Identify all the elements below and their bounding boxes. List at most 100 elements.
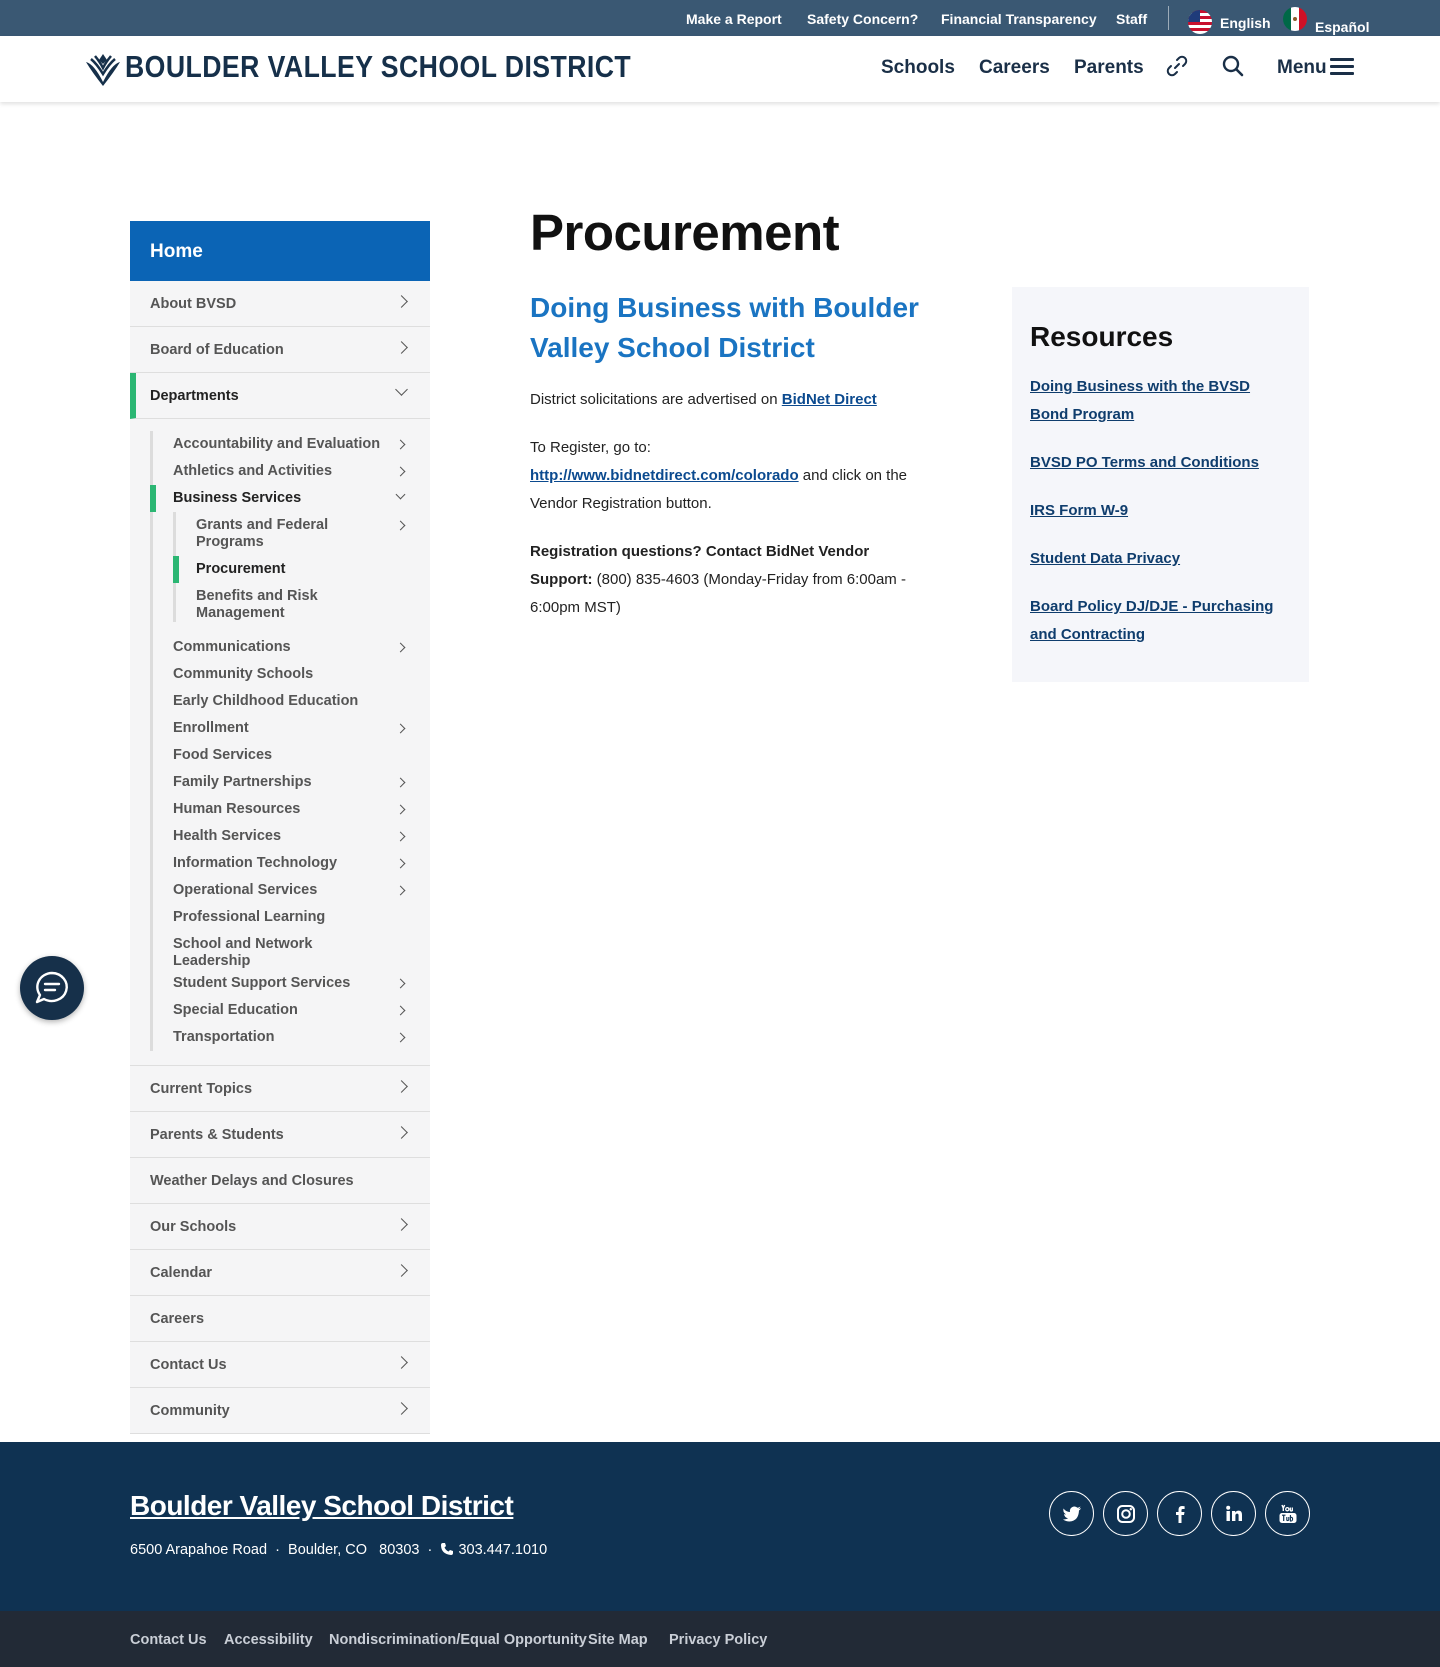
chevron-right-icon[interactable]	[395, 1356, 408, 1369]
sidebar-item-current-topics[interactable]: Current Topics	[130, 1066, 430, 1112]
sidebar-item-calendar[interactable]: Calendar	[130, 1250, 430, 1296]
language-espanol[interactable]: Español	[1315, 19, 1369, 35]
sidebar-item-parents-students[interactable]: Parents & Students	[130, 1112, 430, 1158]
footer-address: 6500 Arapahoe Road · Boulder, CO 80303 ·…	[130, 1542, 548, 1558]
subnav-item-benefits[interactable]: Benefits and Risk Management	[176, 583, 430, 622]
staff-link[interactable]: Staff	[1116, 11, 1147, 27]
hamburger-icon[interactable]	[1330, 58, 1354, 76]
footer-accessibility-link[interactable]: Accessibility	[224, 1632, 313, 1648]
nav-parents[interactable]: Parents	[1074, 57, 1144, 79]
linkedin-icon[interactable]	[1211, 1491, 1256, 1536]
footer-site-map-link[interactable]: Site Map	[588, 1632, 648, 1648]
link-icon[interactable]	[1166, 55, 1188, 77]
mexico-flag-icon	[1283, 7, 1307, 31]
sidebar-item-label: About BVSD	[150, 296, 237, 312]
subnav-item[interactable]: Communications	[153, 634, 430, 661]
subnav-item-procurement[interactable]: Procurement	[173, 556, 430, 583]
chevron-right-icon[interactable]	[395, 466, 406, 477]
us-flag-icon	[1188, 10, 1212, 34]
facebook-icon[interactable]	[1157, 1491, 1202, 1536]
subnav-item[interactable]: School and Network Leadership	[153, 931, 430, 970]
resource-link-board-policy[interactable]: Board Policy DJ/DJE - Purchasing and Con…	[1030, 593, 1291, 649]
sidebar-home[interactable]: Home	[130, 221, 430, 281]
subnav-item[interactable]: Information Technology	[153, 850, 430, 877]
subnav-item[interactable]: Community Schools	[153, 661, 430, 688]
resource-link-po-terms[interactable]: BVSD PO Terms and Conditions	[1030, 449, 1291, 477]
chevron-right-icon[interactable]	[395, 777, 406, 788]
subnav-item[interactable]: Professional Learning	[153, 904, 430, 931]
financial-transparency-link[interactable]: Financial Transparency	[941, 11, 1097, 27]
chat-bubble-icon	[35, 971, 68, 1004]
bidnet-direct-link[interactable]: BidNet Direct	[782, 391, 877, 408]
site-logo-text[interactable]: BOULDER VALLEY SCHOOL DISTRICT	[125, 49, 631, 85]
chevron-right-icon[interactable]	[395, 978, 406, 989]
chevron-right-icon[interactable]	[395, 1264, 408, 1277]
nav-careers[interactable]: Careers	[979, 57, 1050, 79]
sidebar-item-community[interactable]: Community	[130, 1388, 430, 1434]
subnav-item[interactable]: Accountability and Evaluation	[153, 431, 430, 458]
resource-link-w9[interactable]: IRS Form W-9	[1030, 497, 1291, 525]
chevron-right-icon[interactable]	[395, 642, 406, 653]
footer-nondiscrimination-link[interactable]: Nondiscrimination/Equal Opportunity	[329, 1632, 587, 1648]
chevron-right-icon[interactable]	[395, 1402, 408, 1415]
subnav-item[interactable]: Family Partnerships	[153, 769, 430, 796]
subnav-item[interactable]: Food Services	[153, 742, 430, 769]
chevron-right-icon[interactable]	[395, 1126, 408, 1139]
footer-privacy-policy-link[interactable]: Privacy Policy	[669, 1632, 767, 1648]
subnav-item-business-services[interactable]: Business Services	[150, 485, 430, 512]
resource-link-bond-program[interactable]: Doing Business with the BVSD Bond Progra…	[1030, 373, 1291, 429]
departments-submenu: Accountability and Evaluation Athletics …	[130, 419, 430, 1066]
chevron-down-icon[interactable]	[395, 489, 406, 500]
sidebar-item-departments[interactable]: Departments	[130, 373, 430, 419]
subnav-item[interactable]: Early Childhood Education	[153, 688, 430, 715]
safety-concern-link[interactable]: Safety Concern?	[807, 11, 918, 27]
chevron-right-icon[interactable]	[395, 439, 406, 450]
subnav-item[interactable]: Human Resources	[153, 796, 430, 823]
subnav-item[interactable]: Enrollment	[153, 715, 430, 742]
chevron-right-icon[interactable]	[395, 520, 406, 531]
chevron-right-icon[interactable]	[395, 858, 406, 869]
site-header: BOULDER VALLEY SCHOOL DISTRICT Schools C…	[0, 36, 1440, 102]
instagram-icon[interactable]	[1103, 1491, 1148, 1536]
subnav-item[interactable]: Student Support Services	[153, 970, 430, 997]
youtube-icon[interactable]	[1265, 1491, 1310, 1536]
chevron-right-icon[interactable]	[395, 723, 406, 734]
sidebar-item-weather[interactable]: Weather Delays and Closures	[130, 1158, 430, 1204]
make-a-report-link[interactable]: Make a Report	[686, 11, 782, 27]
bvsd-logo-icon[interactable]	[84, 52, 122, 86]
chevron-right-icon[interactable]	[395, 295, 408, 308]
subnav-item[interactable]: Operational Services	[153, 877, 430, 904]
sidebar-item-about-bvsd[interactable]: About BVSD	[130, 281, 430, 327]
sidebar-item-careers[interactable]: Careers	[130, 1296, 430, 1342]
sidebar-item-our-schools[interactable]: Our Schools	[130, 1204, 430, 1250]
chevron-right-icon[interactable]	[395, 1005, 406, 1016]
sidebar-item-contact-us[interactable]: Contact Us	[130, 1342, 430, 1388]
subnav-item[interactable]: Health Services	[153, 823, 430, 850]
chevron-right-icon[interactable]	[395, 1032, 406, 1043]
subnav-item[interactable]: Athletics and Activities	[153, 458, 430, 485]
subnav-item-grants[interactable]: Grants and Federal Programs	[176, 512, 430, 556]
twitter-icon[interactable]	[1049, 1491, 1094, 1536]
language-english[interactable]: English	[1220, 15, 1271, 31]
chevron-right-icon[interactable]	[395, 1218, 408, 1231]
footer-contact-us-link[interactable]: Contact Us	[130, 1632, 207, 1648]
chevron-right-icon[interactable]	[395, 1080, 408, 1093]
utility-bar: Make a Report Safety Concern? Financial …	[0, 0, 1440, 36]
register-paragraph: To Register, go to: http://www.bidnetdire…	[530, 439, 908, 512]
subnav-item[interactable]: Transportation	[153, 1024, 430, 1051]
resource-link-data-privacy[interactable]: Student Data Privacy	[1030, 545, 1291, 573]
footer-phone-link[interactable]: 303.447.1010	[458, 1542, 547, 1558]
bidnet-colorado-link[interactable]: http://www.bidnetdirect.com/colorado	[530, 467, 799, 484]
search-icon[interactable]	[1222, 55, 1244, 77]
footer-district-name[interactable]: Boulder Valley School District	[130, 1490, 514, 1522]
chevron-right-icon[interactable]	[395, 341, 408, 354]
nav-schools[interactable]: Schools	[881, 57, 955, 79]
chevron-right-icon[interactable]	[395, 885, 406, 896]
chat-button[interactable]	[20, 956, 84, 1020]
chevron-right-icon[interactable]	[395, 831, 406, 842]
sidebar-item-board-of-education[interactable]: Board of Education	[130, 327, 430, 373]
chevron-down-icon[interactable]	[395, 383, 408, 396]
menu-button[interactable]: Menu	[1277, 57, 1327, 79]
subnav-item[interactable]: Special Education	[153, 997, 430, 1024]
chevron-right-icon[interactable]	[395, 804, 406, 815]
